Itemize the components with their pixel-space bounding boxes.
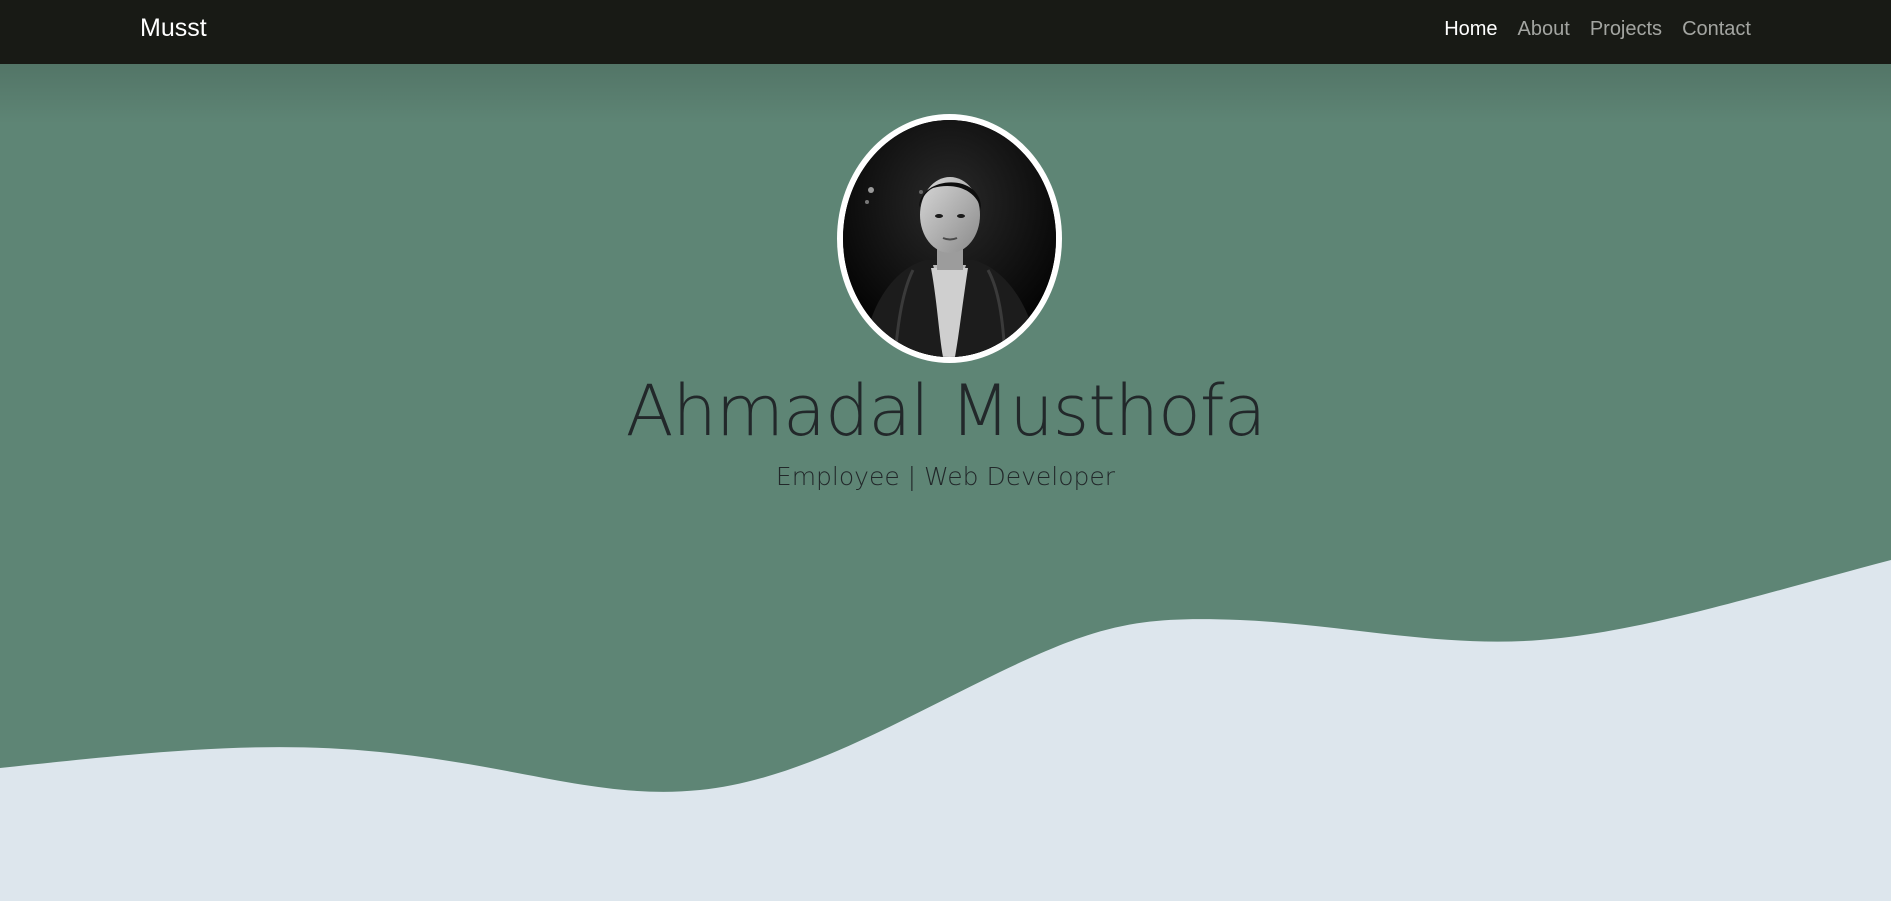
avatar-frame bbox=[837, 114, 1062, 363]
top-navbar: Musst Home About Projects Contact bbox=[0, 0, 1891, 64]
hero-name: Ahmadal Musthofa bbox=[625, 370, 1267, 452]
nav-menu: Home About Projects Contact bbox=[1444, 18, 1751, 41]
hero-subtitle: Employee | Web Developer bbox=[775, 462, 1116, 491]
profile-photo-icon bbox=[843, 120, 1056, 357]
nav-link-projects[interactable]: Projects bbox=[1590, 18, 1662, 40]
brand-logo[interactable]: Musst bbox=[140, 14, 207, 43]
nav-item-projects: Projects bbox=[1590, 18, 1662, 41]
nav-link-home[interactable]: Home bbox=[1444, 18, 1497, 40]
nav-item-home: Home bbox=[1444, 18, 1497, 41]
nav-link-contact[interactable]: Contact bbox=[1682, 18, 1751, 40]
avatar-photo bbox=[843, 120, 1056, 357]
nav-link-about[interactable]: About bbox=[1518, 18, 1570, 40]
nav-item-contact: Contact bbox=[1682, 18, 1751, 41]
nav-item-about: About bbox=[1518, 18, 1570, 41]
